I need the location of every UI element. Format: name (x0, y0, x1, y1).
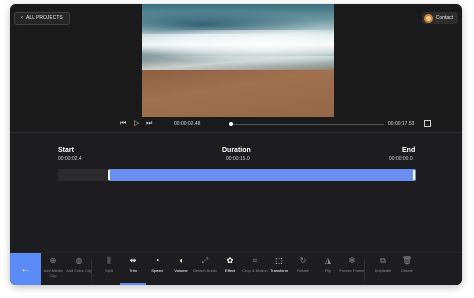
tool-volume[interactable]: ◖ Volume (168, 256, 194, 273)
tool-add-media[interactable]: ⊕ Add Media Clip (40, 256, 66, 278)
trim-duration-value: 00:00:15.0 (226, 156, 250, 162)
tool-label: Add Media Clip (43, 268, 63, 278)
avatar (423, 13, 433, 23)
tool-label: Split (105, 268, 113, 273)
tool-label: Flip (324, 268, 332, 273)
tool-label: Delete (401, 268, 413, 273)
tool-crop-motion[interactable]: ⌗ Crop & Motion (242, 256, 268, 273)
playback-bar: ⏮ ▷ ⏭ 00:00:02.48 00:00:17.53 (10, 117, 462, 131)
tool-label: Detach Audio (193, 268, 217, 273)
tool-delete[interactable]: 🗑 Delete (394, 256, 420, 273)
duplicate-icon: ⧉ (380, 256, 386, 265)
trim-start-handle[interactable] (108, 170, 110, 180)
color-clip-icon: ◍ (75, 256, 83, 265)
tool-label: Crop & Motion (242, 268, 268, 273)
tool-label: Effect (224, 268, 236, 273)
fullscreen-icon[interactable] (424, 120, 431, 127)
trim-duration-label: Duration (222, 147, 251, 154)
detach-audio-icon: ⤢ (201, 256, 209, 265)
tool-transform[interactable]: ⬚ Transform (266, 256, 292, 273)
tool-label: Transform (269, 268, 289, 273)
trim-start-value: 00:00:02.4 (58, 156, 82, 162)
preview-sand (142, 70, 334, 117)
tool-label: Trim (129, 268, 137, 273)
tool-label: Rotate (297, 268, 309, 273)
contact-button[interactable]: Contact (421, 12, 458, 24)
crop-motion-icon: ⌗ (252, 256, 258, 265)
chevron-left-icon: ‹ (21, 15, 23, 21)
scrubber-track[interactable] (232, 124, 384, 125)
trim-end-handle[interactable] (413, 170, 415, 180)
flip-icon: ◮ (324, 256, 332, 265)
total-time: 00:00:17.53 (388, 121, 415, 127)
tool-split[interactable]: ⫼ Split (96, 256, 122, 273)
tool-label: Volume (174, 268, 188, 273)
trim-start-label: Start (58, 147, 74, 154)
volume-icon: ◖ (178, 256, 184, 265)
preview-area: ‹ ALL PROJECTS Contact (10, 4, 462, 129)
add-media-icon: ⊕ (49, 256, 57, 265)
arrow-left-icon: ← (20, 264, 31, 275)
tool-label: Freeze Frame (339, 268, 365, 273)
all-projects-label: ALL PROJECTS (26, 15, 63, 21)
split-icon: ⫼ (107, 256, 111, 265)
trim-end-value: 00:00:00.0 (389, 156, 413, 162)
tool-flip[interactable]: ◮ Flip (315, 256, 341, 273)
divider (10, 132, 462, 133)
tool-color-clip[interactable]: ◍ Add Color Clip (66, 256, 92, 273)
play-icon[interactable]: ▷ (134, 120, 139, 128)
delete-icon: 🗑 (401, 256, 413, 265)
tool-label: Duplicate (374, 268, 392, 273)
bottom-toolbar: ← ⊕ Add Media Clip ◍ Add Color Clip ⫼ Split ⇹ T… (10, 252, 462, 285)
rotate-icon: ↻ (299, 256, 307, 265)
effect-icon: ✿ (226, 256, 234, 265)
video-editor-window: ‹ ALL PROJECTS Contact ⏮ ▷ ⏭ 00:00:02.48… (10, 4, 462, 285)
video-preview[interactable] (142, 4, 334, 117)
tool-duplicate[interactable]: ⧉ Duplicate (370, 256, 396, 273)
transform-icon: ⬚ (275, 256, 283, 265)
tool-label: Add Color Clip (66, 268, 92, 273)
tool-freeze-frame[interactable]: ✻ Freeze Frame (339, 256, 365, 273)
toolbar-separator (364, 259, 365, 281)
tool-trim[interactable]: ⇹ Trim (120, 256, 146, 285)
trim-end-label: End (402, 147, 416, 154)
contact-label: Contact (435, 15, 453, 21)
toolbar-separator (91, 259, 92, 281)
skip-back-icon[interactable]: ⏮ (120, 120, 126, 128)
tool-label: Speed (151, 268, 163, 273)
tool-effect[interactable]: ✿ Effect (217, 256, 243, 273)
tool-rotate[interactable]: ↻ Rotate (290, 256, 316, 273)
freeze-frame-icon: ✻ (348, 256, 356, 265)
speed-icon: ◔ (154, 256, 160, 265)
trim-selection[interactable] (108, 169, 416, 181)
current-time: 00:00:02.48 (174, 121, 201, 127)
tool-speed[interactable]: ◔ Speed (144, 256, 170, 273)
trim-icon: ⇹ (129, 256, 137, 265)
all-projects-button[interactable]: ‹ ALL PROJECTS (14, 12, 70, 25)
tool-detach-audio[interactable]: ⤢ Detach Audio (192, 256, 218, 273)
back-button[interactable]: ← (10, 253, 41, 285)
scrubber-handle[interactable] (229, 122, 233, 126)
skip-forward-icon[interactable]: ⏭ (146, 120, 152, 128)
